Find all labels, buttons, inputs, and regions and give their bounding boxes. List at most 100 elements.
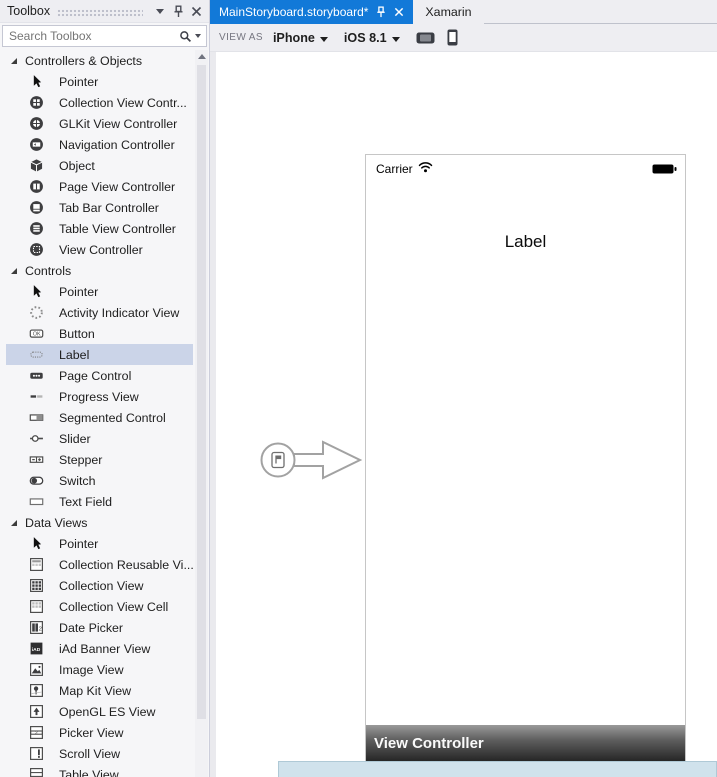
toolbox-item[interactable]: Image View	[6, 659, 193, 680]
toolbox-item[interactable]: Pointer	[6, 281, 193, 302]
toolbox-item-label: iAd Banner View	[59, 642, 150, 656]
toolbox-item[interactable]: Stepper	[6, 449, 193, 470]
toolbox-item-label: Pointer	[59, 537, 98, 551]
toolbox-item-label: Pointer	[59, 285, 98, 299]
toolbox-search-box	[2, 25, 207, 47]
toolbox-item[interactable]: Collection Reusable Vi...	[6, 554, 193, 575]
toolbox-item[interactable]: Object	[6, 155, 193, 176]
toolbox-item[interactable]: OKButton	[6, 323, 193, 344]
text-field-icon	[29, 494, 44, 509]
page-view-controller-icon	[29, 179, 44, 194]
drag-grip-icon[interactable]	[57, 9, 143, 17]
toolbox-item[interactable]: Navigation Controller	[6, 134, 193, 155]
toolbox-scrollbar[interactable]	[195, 50, 208, 777]
toolbox-item-label: Text Field	[59, 495, 112, 509]
tab-mainstoryboard[interactable]: MainStoryboard.storyboard*	[210, 0, 413, 24]
toolbox-item[interactable]: Activity Indicator View	[6, 302, 193, 323]
search-input[interactable]	[3, 29, 179, 43]
toolbox-item[interactable]: Map Kit View	[6, 680, 193, 701]
document-tab-strip: MainStoryboard.storyboard* Xamarin	[210, 0, 717, 24]
scrollbar-thumb[interactable]	[197, 65, 206, 719]
designer-label-control[interactable]: Label	[366, 232, 685, 252]
toolbox-item[interactable]: View Controller	[6, 239, 193, 260]
switch-icon	[29, 473, 44, 488]
os-version-dropdown[interactable]: iOS 8.1	[344, 31, 400, 45]
toolbox-item-label: Collection View Contr...	[59, 96, 187, 110]
toolbox-item[interactable]: Table View Controller	[6, 218, 193, 239]
toolbox-item[interactable]: Progress View	[6, 386, 193, 407]
date-picker-icon: 2	[29, 620, 44, 635]
visual-studio-window: { "toolbox": { "title": "Toolbox", "titl…	[0, 0, 717, 777]
toolbox-item[interactable]: iAD iAd Banner View	[6, 638, 193, 659]
table-view-controller-icon	[29, 221, 44, 236]
iphone-canvas[interactable]: Carrier Label View Controller	[365, 154, 686, 762]
toolbox-item[interactable]: Collection View	[6, 575, 193, 596]
button-icon: OK	[29, 326, 44, 341]
toolbox-item-label: OpenGL ES View	[59, 705, 155, 719]
pointer-icon	[29, 284, 44, 299]
scroll-up-arrow-icon[interactable]	[195, 50, 208, 63]
toolbox-item[interactable]: OpenGL ES View	[6, 701, 193, 722]
pin-icon[interactable]	[375, 6, 387, 18]
expanded-triangle-icon[interactable]	[9, 266, 19, 276]
tab-xamarin[interactable]: Xamarin	[413, 0, 483, 24]
toolbox-item[interactable]: Collection View Contr...	[6, 92, 193, 113]
toolbox-item[interactable]: Slider	[6, 428, 193, 449]
toolbox-item[interactable]: Text Field	[6, 491, 193, 512]
storyboard-entry-arrow-icon[interactable]	[259, 434, 373, 491]
toolbox-item[interactable]: 2Picker View	[6, 722, 193, 743]
toolbox-item-label: Image View	[59, 663, 124, 677]
expanded-triangle-icon[interactable]	[9, 56, 19, 66]
horizontal-scrollbar[interactable]	[278, 761, 717, 777]
portrait-phone-icon[interactable]	[447, 29, 458, 46]
magnifier-icon[interactable]	[179, 30, 206, 43]
collection-view-cell-icon	[29, 599, 44, 614]
expanded-triangle-icon[interactable]	[9, 518, 19, 528]
toolbox-item[interactable]: Pointer	[6, 71, 193, 92]
toolbox-item[interactable]: Pointer	[6, 533, 193, 554]
svg-text:2: 2	[39, 626, 42, 632]
toolbox-section-header[interactable]: Controls	[0, 260, 195, 281]
toolbox-item[interactable]: Page Control	[6, 365, 193, 386]
iad-banner-view-icon: iAD	[29, 641, 44, 656]
toolbox-section-header[interactable]: Controllers & Objects	[0, 50, 195, 71]
toolbox-item-label: Date Picker	[59, 621, 123, 635]
toolbox-item-label: View Controller	[59, 243, 143, 257]
toolbox-item[interactable]: Collection View Cell	[6, 596, 193, 617]
document-pane: MainStoryboard.storyboard* Xamarin VIEW …	[210, 0, 717, 777]
toolbox-item[interactable]: Page View Controller	[6, 176, 193, 197]
device-dropdown-value: iPhone	[273, 31, 315, 45]
toolbox-item-label: Scroll View	[59, 747, 120, 761]
scroll-view-icon	[29, 746, 44, 761]
pin-icon[interactable]	[170, 3, 186, 19]
device-dropdown[interactable]: iPhone	[273, 31, 328, 45]
toolbox-item-label: Page Control	[59, 369, 131, 383]
tab-label: Xamarin	[425, 5, 471, 19]
stepper-icon	[29, 452, 44, 467]
battery-icon	[652, 164, 677, 174]
close-icon[interactable]	[188, 3, 204, 19]
window-position-dropdown-icon[interactable]	[152, 3, 168, 19]
toolbox-item[interactable]: GLKit View Controller	[6, 113, 193, 134]
toolbox-item[interactable]: Tab Bar Controller	[6, 197, 193, 218]
toolbox-item[interactable]: Switch	[6, 470, 193, 491]
toolbox-item[interactable]: 2 Date Picker	[6, 617, 193, 638]
activity-indicator-view-icon	[29, 305, 44, 320]
toolbox-item-label: Collection Reusable Vi...	[59, 558, 194, 572]
glkit-view-controller-icon	[29, 116, 44, 131]
toolbox-item[interactable]: Label	[6, 344, 193, 365]
toolbox-item-label: Activity Indicator View	[59, 306, 179, 320]
toolbox-section-header[interactable]: Data Views	[0, 512, 195, 533]
collection-view-controller-icon	[29, 95, 44, 110]
close-icon[interactable]	[394, 7, 404, 17]
toolbox-item-label: Progress View	[59, 390, 139, 404]
landscape-phone-icon[interactable]	[416, 32, 435, 44]
picker-view-icon: 2	[29, 725, 44, 740]
toolbox-item[interactable]: Segmented Control	[6, 407, 193, 428]
toolbox-item[interactable]: Table View	[6, 764, 193, 777]
toolbox-titlebar[interactable]: Toolbox	[0, 0, 209, 23]
toolbox-item[interactable]: Scroll View	[6, 743, 193, 764]
os-version-dropdown-value: iOS 8.1	[344, 31, 387, 45]
chevron-down-icon	[320, 37, 328, 42]
view-controller-footer[interactable]: View Controller	[366, 725, 685, 761]
